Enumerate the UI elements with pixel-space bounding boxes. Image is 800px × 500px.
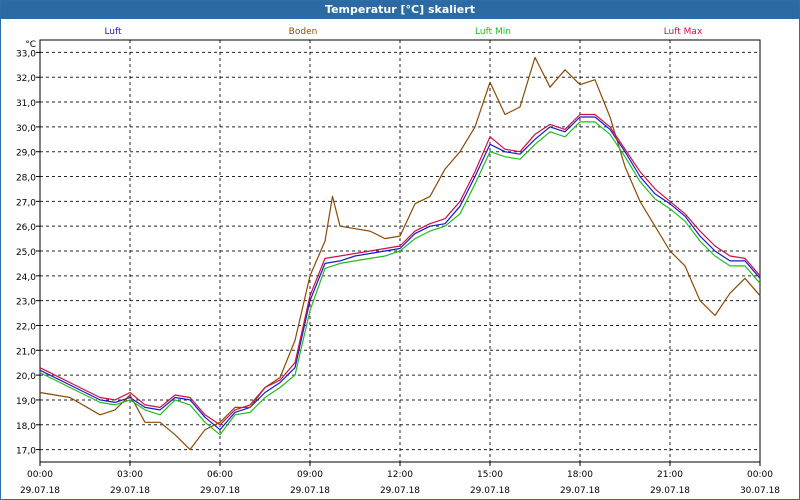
x-axis: 00:00 29.07.18 03:00 29.07.18 06:00 29.07.18 0… [20,462,780,496]
y-tick-label: 27,0 [16,198,36,208]
x-tick-time-label: 12:00 [387,470,413,480]
y-tick-label: 20,0 [16,372,36,382]
y-tick-label: 18,0 [16,422,36,432]
x-tick-date-label: 29.07.18 [380,486,420,496]
legend-entry: Luft Max [664,27,703,37]
y-tick-label: 22,0 [16,322,36,332]
legend-entry: Luft Min [475,27,511,37]
x-tick-time-label: 15:00 [477,470,503,480]
x-tick-date-label: 29.07.18 [290,486,330,496]
y-tick-label: 30,0 [16,124,36,134]
legend-entry: Boden [289,27,318,37]
x-tick-date-label: 29.07.18 [650,486,690,496]
x-tick-time-label: 03:00 [117,470,143,480]
y-tick-label: 31,0 [16,99,36,109]
x-tick-time-label: 06:00 [207,470,233,480]
y-tick-label: 25,0 [16,248,36,258]
x-tick-time-label: 21:00 [657,470,683,480]
x-tick-date-label: 29.07.18 [200,486,240,496]
x-tick-date-label: 29.07.18 [20,486,60,496]
x-tick-date-label: 29.07.18 [470,486,510,496]
y-tick-label: 19,0 [16,397,36,407]
y-tick-label: 32,0 [16,74,36,84]
x-tick-date-label: 29.07.18 [560,486,600,496]
x-tick-date-label: 29.07.18 [110,486,150,496]
x-tick-time-label: 18:00 [567,470,593,480]
y-tick-label: 33,0 [16,49,36,59]
y-tick-label: 29,0 [16,149,36,159]
temperature-chart: Luft Boden Luft Min Luft Max 17,0 18,0 19,0 20… [16,27,780,496]
chart-legend: Luft Boden Luft Min Luft Max [104,27,703,37]
y-tick-label: 23,0 [16,298,36,308]
x-tick-date-label: 30.07.18 [740,486,780,496]
y-tick-label: 21,0 [16,347,36,357]
y-axis-label: °C [25,40,36,50]
x-tick-time-label: 09:00 [297,470,323,480]
x-tick-time-label: 00:00 [27,470,53,480]
y-tick-label: 17,0 [16,447,36,457]
y-tick-label: 26,0 [16,223,36,233]
legend-entry: Luft [104,27,122,37]
y-tick-label: 24,0 [16,273,36,283]
y-tick-label: 28,0 [16,174,36,184]
y-axis: 17,0 18,0 19,0 20,0 21,0 22,0 23,0 24,0 25,0 26,0… [16,40,40,457]
x-tick-time-label: 00:00 [747,470,773,480]
